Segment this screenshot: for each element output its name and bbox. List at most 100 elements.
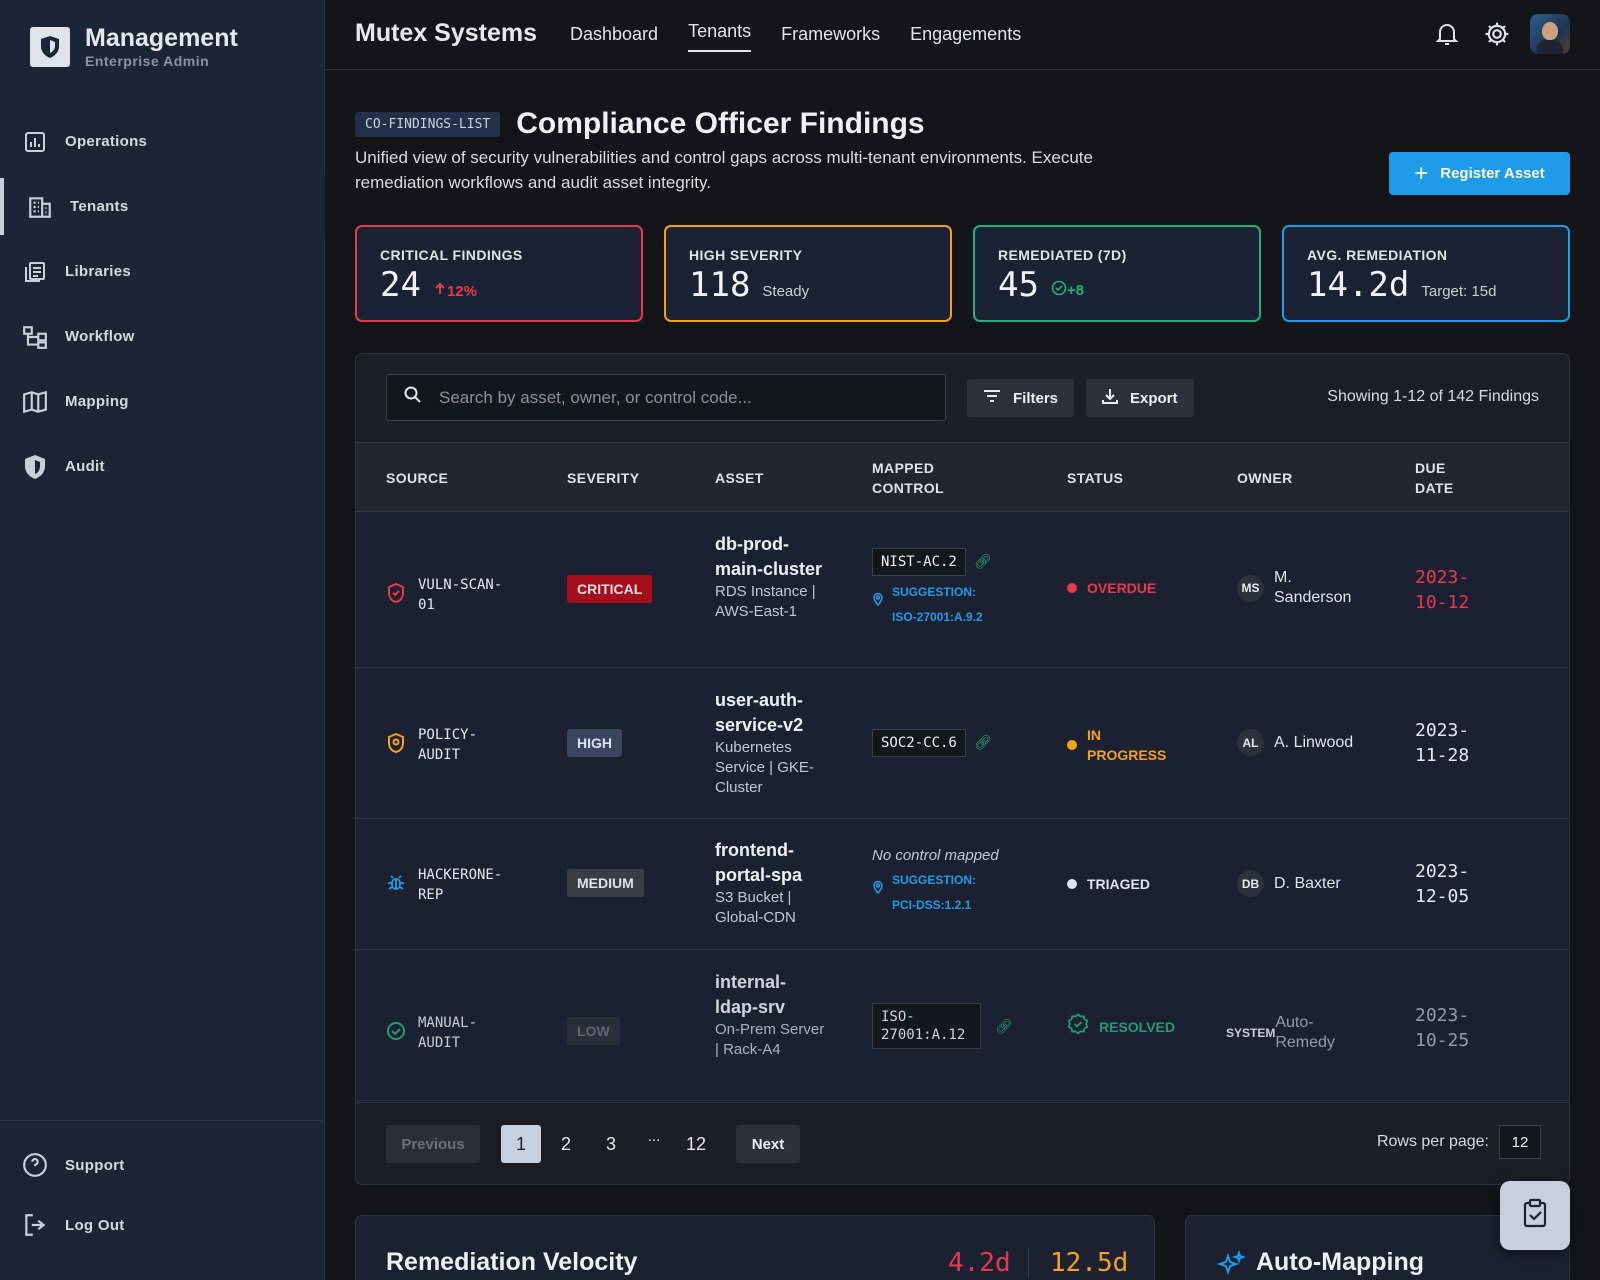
header-mapped-control[interactable]: MAPPED CONTROL <box>872 458 962 498</box>
search-box <box>386 374 946 421</box>
asset-name[interactable]: db-prod-main-cluster <box>715 532 825 582</box>
tab-tenants[interactable]: Tenants <box>688 0 752 52</box>
table-row[interactable]: MANUAL-AUDIT LOW internal-ldap-srv On-Pr… <box>356 950 1569 1101</box>
sidebar-item-audit[interactable]: Audit <box>0 434 325 499</box>
shield-logo-icon <box>30 26 70 67</box>
search-input[interactable] <box>439 387 919 408</box>
pagination: Previous 1 2 3 ... 12 Next Rows per page… <box>356 1102 1569 1184</box>
sidebar-item-mapping[interactable]: Mapping <box>0 369 325 434</box>
header-severity[interactable]: SEVERITY <box>567 468 639 488</box>
header-due-date[interactable]: DUE DATE <box>1415 458 1465 498</box>
sidebar-item-workflow[interactable]: Workflow <box>0 304 325 369</box>
status-text: RESOLVED <box>1099 1018 1175 1035</box>
tab-engagements[interactable]: Engagements <box>910 0 1021 52</box>
sidebar-item-label: Audit <box>65 458 105 475</box>
sidebar-item-tenants[interactable]: Tenants <box>0 174 325 239</box>
tab-dashboard[interactable]: Dashboard <box>570 0 658 52</box>
source-name: POLICY-AUDIT <box>418 727 478 763</box>
owner-avatar: MS <box>1237 574 1264 602</box>
page-2-button[interactable]: 2 <box>546 1125 586 1163</box>
due-date: 2023-11-28 <box>1415 720 1470 766</box>
badge-check-icon <box>1067 1013 1089 1040</box>
severity-badge: HIGH <box>567 729 622 757</box>
kpi-label: AVG. REMEDIATION <box>1307 247 1448 263</box>
suggestion[interactable]: SUGGESTION: ISO-27001:A.9.2 <box>872 580 1012 630</box>
sidebar-item-label: Workflow <box>65 328 135 345</box>
page-12-button[interactable]: 12 <box>676 1125 716 1163</box>
kpi-avg-remediation: AVG. REMEDIATION 14.2d Target: 15d <box>1282 225 1570 322</box>
asset-name[interactable]: internal-ldap-srv <box>715 970 825 1020</box>
remediation-velocity-card: Remediation Velocity 4.2d 12.5d <box>355 1215 1155 1280</box>
rows-per-page: Rows per page: 12 <box>1377 1125 1541 1159</box>
severity-badge: LOW <box>567 1017 620 1045</box>
status-dot <box>1067 740 1077 750</box>
link-icon[interactable]: 🔗︎ <box>995 1018 1013 1035</box>
register-asset-button[interactable]: + Register Asset <box>1389 152 1570 195</box>
header-source[interactable]: SOURCE <box>386 468 448 488</box>
link-icon[interactable]: 🔗︎ <box>974 734 992 751</box>
table-row[interactable]: VULN-SCAN-01 CRITICAL db-prod-main-clust… <box>356 512 1569 668</box>
sidebar-item-libraries[interactable]: Libraries <box>0 239 325 304</box>
suggestion[interactable]: SUGGESTION: PCI-DSS:1.2.1 <box>872 868 1012 918</box>
owner-cell: AL A. Linwood <box>1237 729 1353 756</box>
library-icon <box>22 259 48 285</box>
source-name: HACKERONE-REP <box>418 867 503 903</box>
asset-name[interactable]: frontend-portal-spa <box>715 838 825 888</box>
page-1-button[interactable]: 1 <box>501 1125 541 1163</box>
pin-icon <box>872 878 892 918</box>
sidebar-item-label: Tenants <box>70 198 129 215</box>
asset-name[interactable]: user-auth-service-v2 <box>715 688 825 738</box>
logout-link[interactable]: Log Out <box>0 1195 325 1255</box>
sidebar: Management Enterprise Admin Operations T… <box>0 0 325 1280</box>
filters-button[interactable]: Filters <box>967 379 1075 417</box>
sidebar-item-label: Libraries <box>65 263 132 280</box>
kpi-label: HIGH SEVERITY <box>689 247 803 263</box>
tab-frameworks[interactable]: Frameworks <box>781 0 880 52</box>
header-asset[interactable]: ASSET <box>715 468 764 488</box>
next-button[interactable]: Next <box>736 1125 800 1163</box>
control-code[interactable]: SOC2-CC.6 <box>872 729 966 757</box>
sidebar-item-label: Mapping <box>65 393 129 410</box>
status-cell: IN PROGRESS <box>1067 725 1167 765</box>
map-icon <box>22 389 48 415</box>
support-link[interactable]: Support <box>0 1135 325 1195</box>
header-owner[interactable]: OWNER <box>1237 468 1293 488</box>
table-row[interactable]: POLICY-AUDIT HIGH user-auth-service-v2 K… <box>356 668 1569 819</box>
owner-name: D. Baxter <box>1274 874 1341 892</box>
asset-cell: user-auth-service-v2 Kubernetes Service … <box>715 688 825 798</box>
clipboard-check-icon <box>1521 1198 1549 1233</box>
control-code[interactable]: NIST-AC.2 <box>872 548 966 576</box>
due-date: 2023-10-12 <box>1415 567 1470 613</box>
sidebar-item-operations[interactable]: Operations <box>0 109 325 174</box>
header-status[interactable]: STATUS <box>1067 468 1123 488</box>
page-ellipsis: ... <box>647 1127 661 1145</box>
kpi-value: 24 <box>380 265 421 305</box>
control-cell: SOC2-CC.6 🔗︎ <box>872 729 992 757</box>
source-name: MANUAL-AUDIT <box>418 1015 478 1051</box>
export-button[interactable]: Export <box>1086 379 1194 417</box>
kpi-note: Steady <box>762 283 810 300</box>
rows-per-page-select[interactable]: 12 <box>1499 1125 1541 1159</box>
status-text: OVERDUE <box>1087 580 1157 596</box>
previous-button[interactable]: Previous <box>386 1125 480 1163</box>
asset-cell: db-prod-main-cluster RDS Instance | AWS-… <box>715 532 825 622</box>
app-title: Mutex Systems <box>355 19 538 47</box>
bell-icon[interactable] <box>1432 19 1462 49</box>
gear-icon[interactable] <box>1482 19 1512 49</box>
kpi-value: 118 <box>689 265 751 305</box>
table-row[interactable]: HACKERONE-REP MEDIUM frontend-portal-spa… <box>356 819 1569 950</box>
kpi-remediated: REMEDIATED (7D) 45 +8 <box>973 225 1261 322</box>
table-header: SOURCE SEVERITY ASSET MAPPED CONTROL STA… <box>356 442 1569 512</box>
link-icon[interactable]: 🔗︎ <box>974 553 992 570</box>
logout-label: Log Out <box>65 1216 125 1234</box>
page-3-button[interactable]: 3 <box>591 1125 631 1163</box>
kpi-critical-findings: CRITICAL FINDINGS 24 12% <box>355 225 643 322</box>
checklist-fab-button[interactable] <box>1500 1181 1570 1250</box>
status-cell: OVERDUE <box>1067 578 1156 598</box>
severity-badge: CRITICAL <box>567 575 653 603</box>
kpi-label: REMEDIATED (7D) <box>998 247 1127 263</box>
source-cell: HACKERONE-REP <box>386 865 518 905</box>
control-code[interactable]: ISO-27001:A.12 <box>872 1003 981 1049</box>
brand-subtitle: Enterprise Admin <box>85 53 210 69</box>
avatar[interactable] <box>1530 14 1570 54</box>
